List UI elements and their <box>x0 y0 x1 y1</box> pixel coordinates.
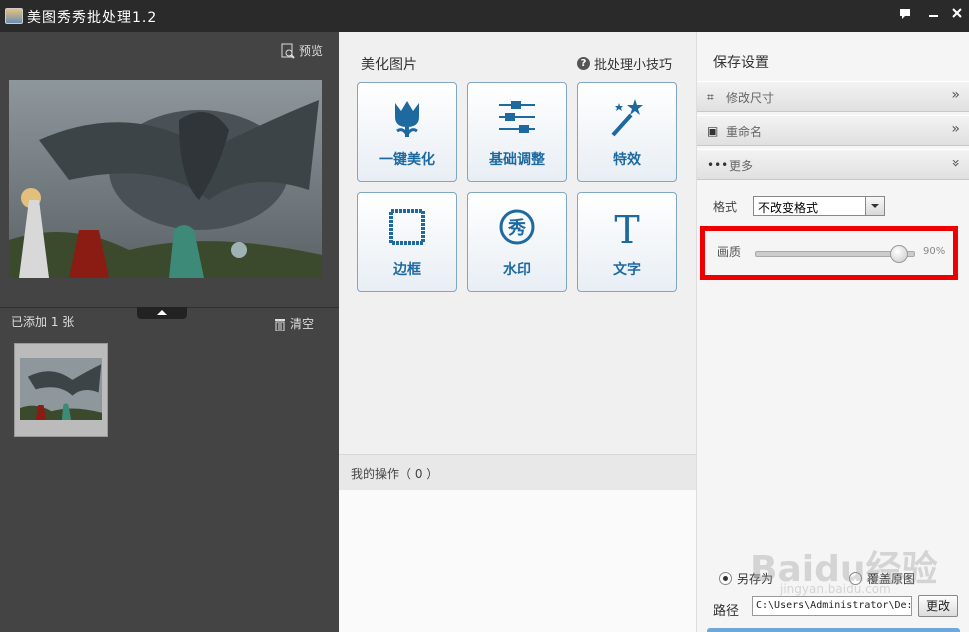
more-icon: ••• <box>707 158 729 172</box>
tulip-icon <box>358 97 456 139</box>
path-input[interactable]: C:\Users\Administrator\De: <box>752 596 912 616</box>
quality-slider[interactable] <box>755 245 915 263</box>
accordion-more[interactable]: ••• 更多 » <box>697 149 969 180</box>
chevron-right-icon: » <box>951 121 960 137</box>
tool-label: 文字 <box>613 262 641 278</box>
accordion-label: 更多 <box>729 159 754 173</box>
minimize-icon[interactable] <box>925 5 943 21</box>
added-count: 已添加 1 张 <box>11 315 75 329</box>
svg-text:秀: 秀 <box>507 218 526 239</box>
preview-label: 预览 <box>298 44 323 58</box>
format-label: 格式 <box>713 200 738 214</box>
tool-label: 基础调整 <box>489 152 545 168</box>
my-operations-list <box>339 490 696 632</box>
format-select[interactable]: 不改变格式 <box>753 196 885 216</box>
image-list-panel: 预览 已添加 1 张 清空 <box>0 32 339 632</box>
sliders-icon <box>468 97 566 139</box>
path-value: C:\Users\Administrator\De: <box>756 600 912 611</box>
tool-watermark[interactable]: 秀 水印 <box>467 192 567 292</box>
my-operations-label: 我的操作（ 0 ） <box>351 467 439 481</box>
quality-highlight: 画质 90% <box>700 226 958 280</box>
tips-link[interactable]: ? 批处理小技巧 <box>576 54 672 73</box>
start-button-edge[interactable] <box>707 628 960 632</box>
help-icon: ? <box>576 57 590 70</box>
crop-icon: ⌗ <box>707 90 714 104</box>
tool-effects[interactable]: 特效 <box>577 82 677 182</box>
save-as-label: 另存为 <box>737 572 774 586</box>
overwrite-radio[interactable] <box>849 572 862 585</box>
quality-label: 画质 <box>717 245 742 259</box>
chevron-right-icon: » <box>951 87 960 103</box>
close-icon[interactable] <box>949 5 967 21</box>
magic-wand-icon <box>578 97 676 139</box>
clear-label: 清空 <box>290 317 315 331</box>
clear-button[interactable]: 清空 <box>274 315 314 332</box>
rename-icon: ▣ <box>707 124 719 138</box>
beautify-section: 美化图片 ? 批处理小技巧 一键美化 基础调整 特效 边框 秀 水印 T 文字 <box>339 32 696 454</box>
tool-one-click-beautify[interactable]: 一键美化 <box>357 82 457 182</box>
app-title: 美图秀秀批处理1.2 <box>27 10 158 26</box>
preview-button[interactable]: 预览 <box>281 42 323 59</box>
overwrite-label: 覆盖原图 <box>867 572 916 586</box>
preview-icon <box>281 43 295 59</box>
image-thumbnail[interactable] <box>14 343 108 437</box>
path-label: 路径 <box>713 604 740 619</box>
save-as-radio[interactable] <box>719 572 732 585</box>
tool-label: 边框 <box>393 262 421 278</box>
accordion-label: 修改尺寸 <box>726 91 775 105</box>
accordion-resize[interactable]: ⌗ 修改尺寸 » <box>697 81 969 112</box>
dropdown-arrow-icon[interactable] <box>865 197 884 215</box>
accordion-label: 重命名 <box>726 125 763 139</box>
text-icon: T <box>578 207 676 249</box>
collapse-toggle[interactable] <box>137 307 187 319</box>
svg-text:T: T <box>614 208 639 249</box>
tool-label: 特效 <box>613 152 641 168</box>
save-settings-panel: 保存设置 ⌗ 修改尺寸 » ▣ 重命名 » ••• 更多 » 格式 不改变格式 … <box>696 32 969 632</box>
section-title: 美化图片 <box>361 57 417 73</box>
feedback-icon[interactable] <box>897 5 915 21</box>
tool-label: 一键美化 <box>379 152 435 168</box>
quality-slider-knob[interactable] <box>890 245 909 263</box>
app-logo-icon <box>5 8 23 24</box>
watermark-icon: 秀 <box>468 207 566 249</box>
beautify-panel: 美化图片 ? 批处理小技巧 一键美化 基础调整 特效 边框 秀 水印 T 文字 … <box>339 32 696 632</box>
save-settings-title: 保存设置 <box>713 55 769 71</box>
main-preview-image <box>9 80 322 278</box>
tips-label: 批处理小技巧 <box>593 58 672 73</box>
my-operations-header: 我的操作（ 0 ） <box>339 454 696 491</box>
change-path-button[interactable]: 更改 <box>918 595 958 617</box>
title-bar: 美图秀秀批处理1.2 <box>0 0 969 32</box>
quality-value: 90% <box>923 246 946 257</box>
format-value: 不改变格式 <box>758 201 819 215</box>
trash-icon <box>275 318 285 331</box>
tool-text[interactable]: T 文字 <box>577 192 677 292</box>
frame-icon <box>358 207 456 249</box>
tool-frame[interactable]: 边框 <box>357 192 457 292</box>
tool-basic-adjust[interactable]: 基础调整 <box>467 82 567 182</box>
accordion-rename[interactable]: ▣ 重命名 » <box>697 115 969 146</box>
tool-label: 水印 <box>503 262 531 278</box>
chevron-down-icon: » <box>947 158 964 168</box>
